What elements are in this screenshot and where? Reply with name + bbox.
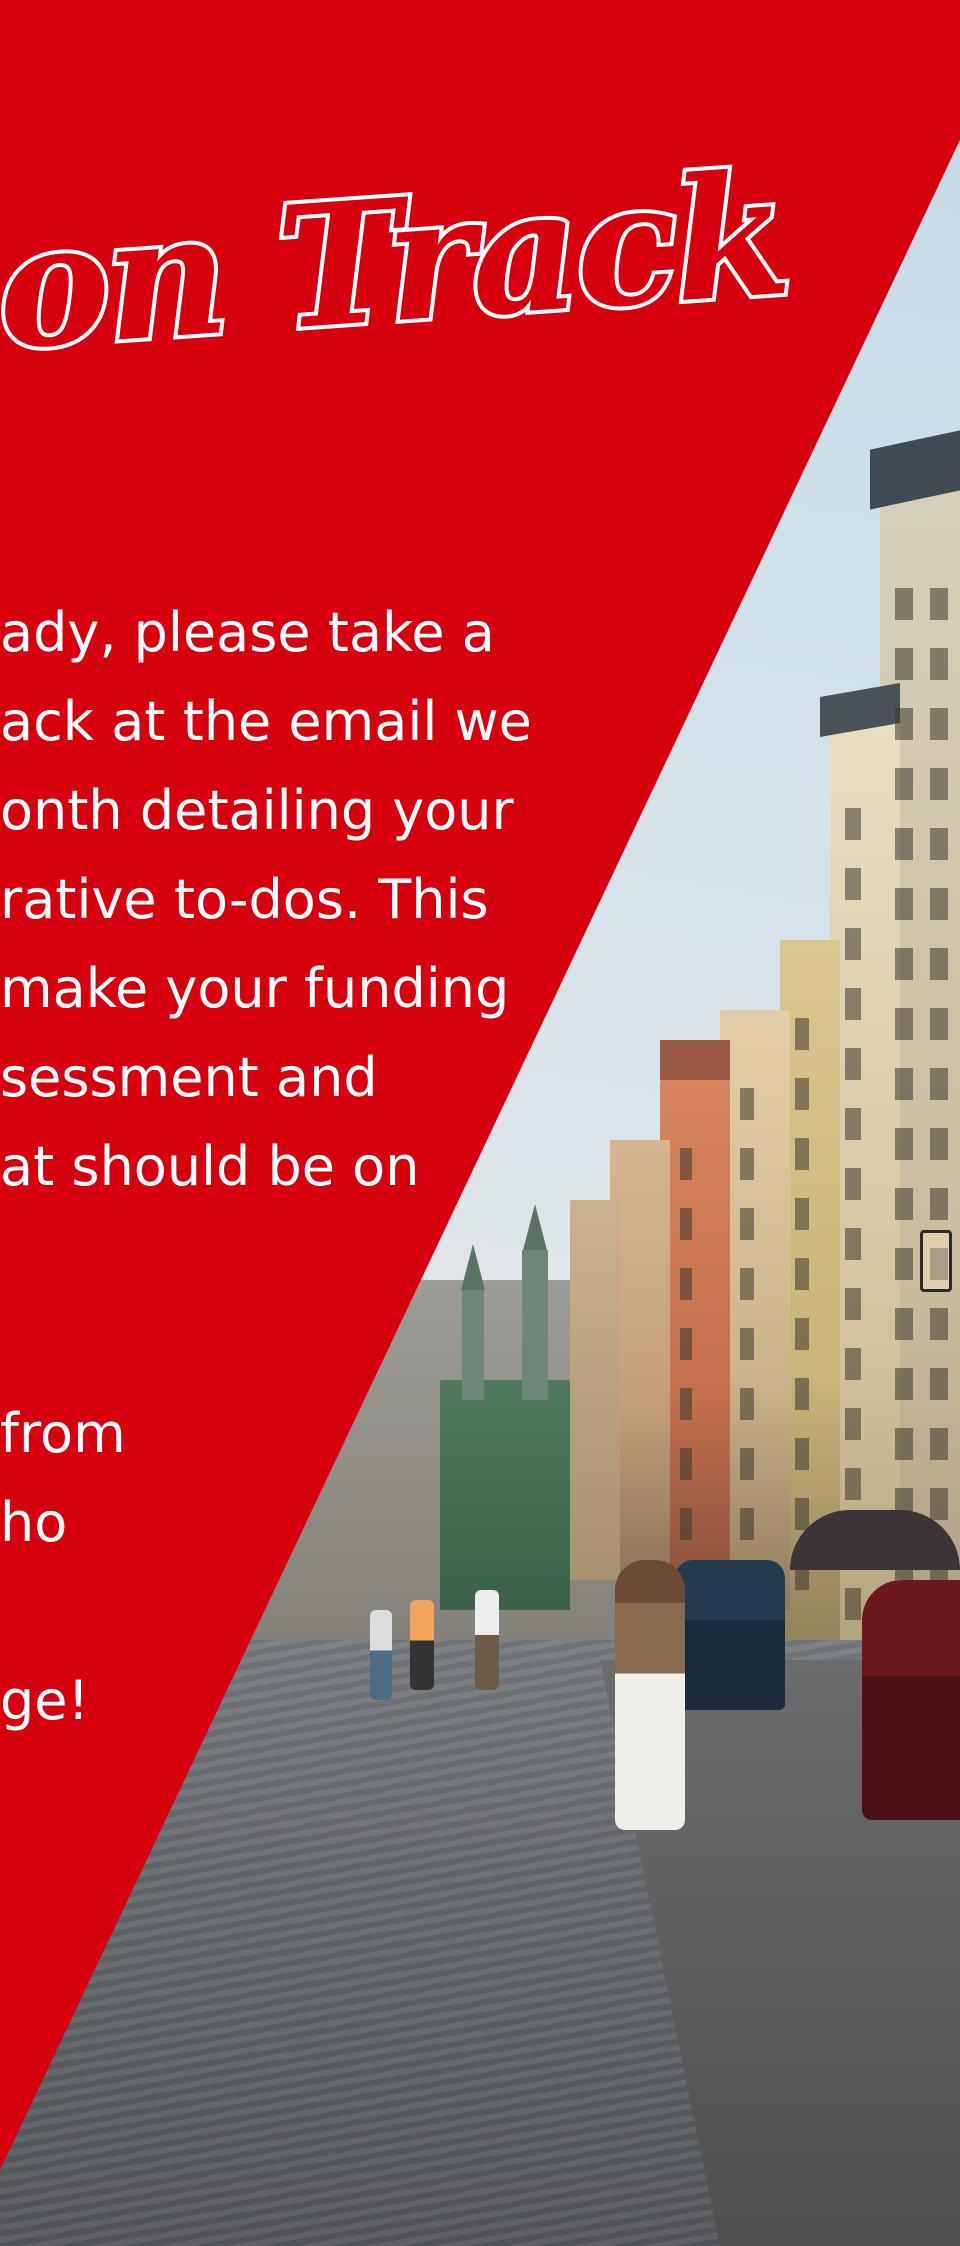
page: y on Track ady, please take a ack at the… — [0, 0, 960, 2246]
body-line — [0, 1567, 960, 1656]
body-line: rative to-dos. This — [0, 868, 489, 931]
body-line: ho — [0, 1491, 68, 1554]
body-text: ady, please take a ack at the email we o… — [0, 588, 960, 1745]
body-line — [0, 1300, 960, 1389]
body-line: make your funding — [0, 957, 510, 1020]
body-line: onth detailing your — [0, 779, 514, 842]
body-line: ack at the email we — [0, 690, 532, 753]
body-line — [0, 1211, 960, 1300]
body-line: ge! — [0, 1669, 90, 1732]
body-line: at should be on — [0, 1135, 420, 1198]
body-line: sessment and — [0, 1046, 378, 1109]
body-line: ady, please take a — [0, 601, 495, 664]
body-line: from — [0, 1402, 126, 1465]
